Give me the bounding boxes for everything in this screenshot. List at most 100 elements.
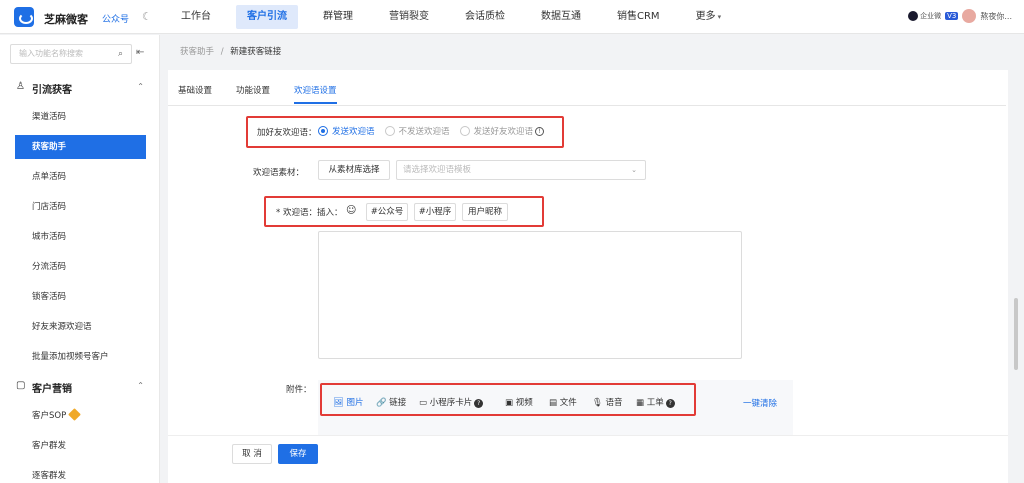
welcome-toggle-label: 加好友欢迎语：: [257, 128, 317, 138]
welcome-label: * 欢迎语：: [276, 208, 317, 218]
radio-no-welcome[interactable]: 不发送欢迎语: [384, 125, 450, 137]
nav-sales-crm[interactable]: 销售CRM: [606, 5, 671, 29]
app-logo-icon[interactable]: [14, 7, 34, 27]
attach-video-button[interactable]: ▣ 视频: [505, 396, 533, 408]
sidebar-item-channel-code[interactable]: 渠道活码: [15, 105, 146, 129]
collapse-sidebar-icon[interactable]: ⇤: [136, 47, 144, 58]
breadcrumb-separator: /: [220, 47, 224, 57]
attach-mini-program-button[interactable]: ▭ 小程序卡片?: [419, 396, 484, 408]
select-from-library-button[interactable]: 从素材库选择: [318, 160, 390, 180]
nav-customer-acquisition[interactable]: 客户引流: [236, 5, 298, 29]
sidebar-item-customer-sop[interactable]: 客户SOP: [15, 404, 146, 428]
sidebar-item-friend-source-welcome[interactable]: 好友来源欢迎语: [15, 315, 146, 339]
user-area: 企业微 V3 熬夜你...: [908, 9, 1012, 23]
wecom-label: 企业微: [920, 12, 942, 20]
sidebar-group-lead-acquisition[interactable]: ♙ 引流获客 ⌃: [0, 74, 160, 102]
breadcrumb-parent[interactable]: 获客助手: [180, 47, 214, 57]
attach-label: 小程序卡片: [429, 398, 473, 408]
help-icon[interactable]: ?: [474, 399, 484, 408]
brand-name: 芝麻微客: [44, 13, 88, 26]
sidebar-item-customer-broadcast[interactable]: 客户群发: [15, 434, 146, 458]
file-icon: ▤: [549, 398, 558, 408]
sidebar-item-acquisition-assistant[interactable]: 获客助手: [15, 135, 146, 159]
cancel-button[interactable]: 取 消: [232, 444, 272, 464]
nav-workbench[interactable]: 工作台: [170, 5, 222, 29]
attach-link-button[interactable]: 🔗 链接: [376, 396, 406, 408]
video-icon: ▣: [505, 398, 514, 408]
welcome-radio-group: 发送欢迎语 不发送欢迎语 发送好友欢迎语!: [318, 125, 554, 137]
calendar-icon: ▢: [16, 380, 26, 391]
nav-data-sync[interactable]: 数据互通: [530, 5, 592, 29]
welcome-template-select[interactable]: 请选择欢迎语模板 ⌄: [396, 160, 646, 180]
radio-label: 不发送欢迎语: [398, 127, 450, 137]
search-icon[interactable]: ⌕: [118, 45, 123, 63]
tab-welcome-settings[interactable]: 欢迎语设置: [294, 78, 337, 104]
microphone-icon: 🎙: [592, 398, 603, 408]
top-navigation-bar: 芝麻微客 公众号 ☾ 工作台 客户引流 群管理 营销裂变 会话质检 数据互通 销…: [0, 0, 1024, 34]
chevron-down-icon: ▾: [717, 13, 722, 21]
sidebar-group-label: 客户营销: [32, 384, 72, 395]
version-badge: V3: [945, 12, 959, 20]
attach-voice-button[interactable]: 🎙 语音: [592, 396, 623, 408]
image-icon: 🖼: [333, 398, 344, 408]
info-icon[interactable]: !: [535, 126, 545, 136]
attach-label: 视频: [515, 398, 533, 408]
wecom-icon: [908, 11, 919, 21]
avatar[interactable]: [962, 9, 977, 23]
clear-all-link[interactable]: 一键清除: [743, 397, 777, 409]
wecom-badge: 企业微: [908, 11, 941, 21]
attach-label: 链接: [389, 398, 407, 408]
tab-function-settings[interactable]: 功能设置: [236, 78, 270, 104]
radio-dot: [318, 126, 328, 136]
radio-friend-welcome[interactable]: 发送好友欢迎语!: [459, 125, 545, 137]
tab-basic-settings[interactable]: 基础设置: [178, 78, 212, 104]
nav-group-management[interactable]: 群管理: [312, 5, 364, 29]
nav-more[interactable]: 更多 ▾: [685, 5, 733, 29]
sidebar-search-input[interactable]: 输入功能名称搜索 ⌕: [10, 44, 132, 64]
sidebar-group-customer-marketing[interactable]: ▢ 客户营销 ⌃: [0, 373, 160, 401]
scrollbar[interactable]: [1012, 70, 1020, 483]
chevron-up-icon: ⌃: [137, 82, 144, 91]
dark-mode-icon[interactable]: ☾: [142, 10, 152, 23]
sidebar-item-order-code[interactable]: 点单活码: [15, 165, 146, 189]
welcome-message-textarea[interactable]: [318, 231, 742, 359]
breadcrumb-current: 新建获客链接: [230, 47, 282, 57]
user-name[interactable]: 熬夜你...: [980, 11, 1012, 22]
insert-chip-nickname[interactable]: 用户昵称: [462, 203, 508, 221]
chevron-up-icon: ⌃: [137, 381, 144, 390]
breadcrumb: 获客助手 / 新建获客链接: [180, 45, 281, 57]
sidebar-item-customer-group-broadcast[interactable]: 逐客群发: [15, 464, 146, 483]
sidebar-item-split-code[interactable]: 分流活码: [15, 255, 146, 279]
attach-label: 图片: [346, 398, 364, 408]
main-nav: 工作台 客户引流 群管理 营销裂变 会话质检 数据互通 销售CRM 更多 ▾: [170, 5, 746, 29]
scrollbar-thumb[interactable]: [1014, 298, 1018, 370]
radio-send-welcome[interactable]: 发送欢迎语: [318, 125, 375, 137]
insert-chip-mini-program[interactable]: #小程序: [414, 203, 456, 221]
radio-label: 发送好友欢迎语: [473, 127, 534, 137]
sidebar-item-lock-code[interactable]: 锁客活码: [15, 285, 146, 309]
insert-chip-official-account[interactable]: #公众号: [366, 203, 408, 221]
emoji-icon[interactable]: ☺: [346, 205, 356, 216]
radio-dot: [384, 126, 395, 136]
save-button[interactable]: 保存: [278, 444, 318, 464]
tab-divider: [168, 105, 1006, 106]
attach-ticket-button[interactable]: ▦ 工单?: [636, 396, 675, 408]
sidebar-item-store-code[interactable]: 门店活码: [15, 195, 146, 219]
nav-session-inspection[interactable]: 会话质检: [454, 5, 516, 29]
nav-marketing-fission[interactable]: 营销裂变: [378, 5, 440, 29]
official-account-link[interactable]: 公众号: [102, 12, 129, 25]
ticket-icon: ▦: [636, 398, 645, 408]
attach-file-button[interactable]: ▤ 文件: [549, 396, 577, 408]
mini-program-card-icon: ▭: [419, 398, 428, 408]
attach-label: 语音: [605, 398, 623, 408]
vip-badge-icon: [68, 408, 82, 421]
link-icon: 🔗: [376, 398, 387, 408]
sidebar-item-city-code[interactable]: 城市活码: [15, 225, 146, 249]
help-icon[interactable]: ?: [665, 399, 675, 408]
sidebar-item-label: 客户SOP: [32, 411, 67, 421]
main-card: 基础设置 功能设置 欢迎语设置 加好友欢迎语： 发送欢迎语 不发送欢迎语 发送好…: [168, 70, 1008, 483]
sidebar-group-label: 引流获客: [32, 85, 72, 96]
material-label: 欢迎语素材：: [253, 168, 305, 178]
sidebar-item-batch-add-channels[interactable]: 批量添加视频号客户: [15, 345, 146, 369]
attach-image-button[interactable]: 🖼 图片: [333, 396, 364, 408]
